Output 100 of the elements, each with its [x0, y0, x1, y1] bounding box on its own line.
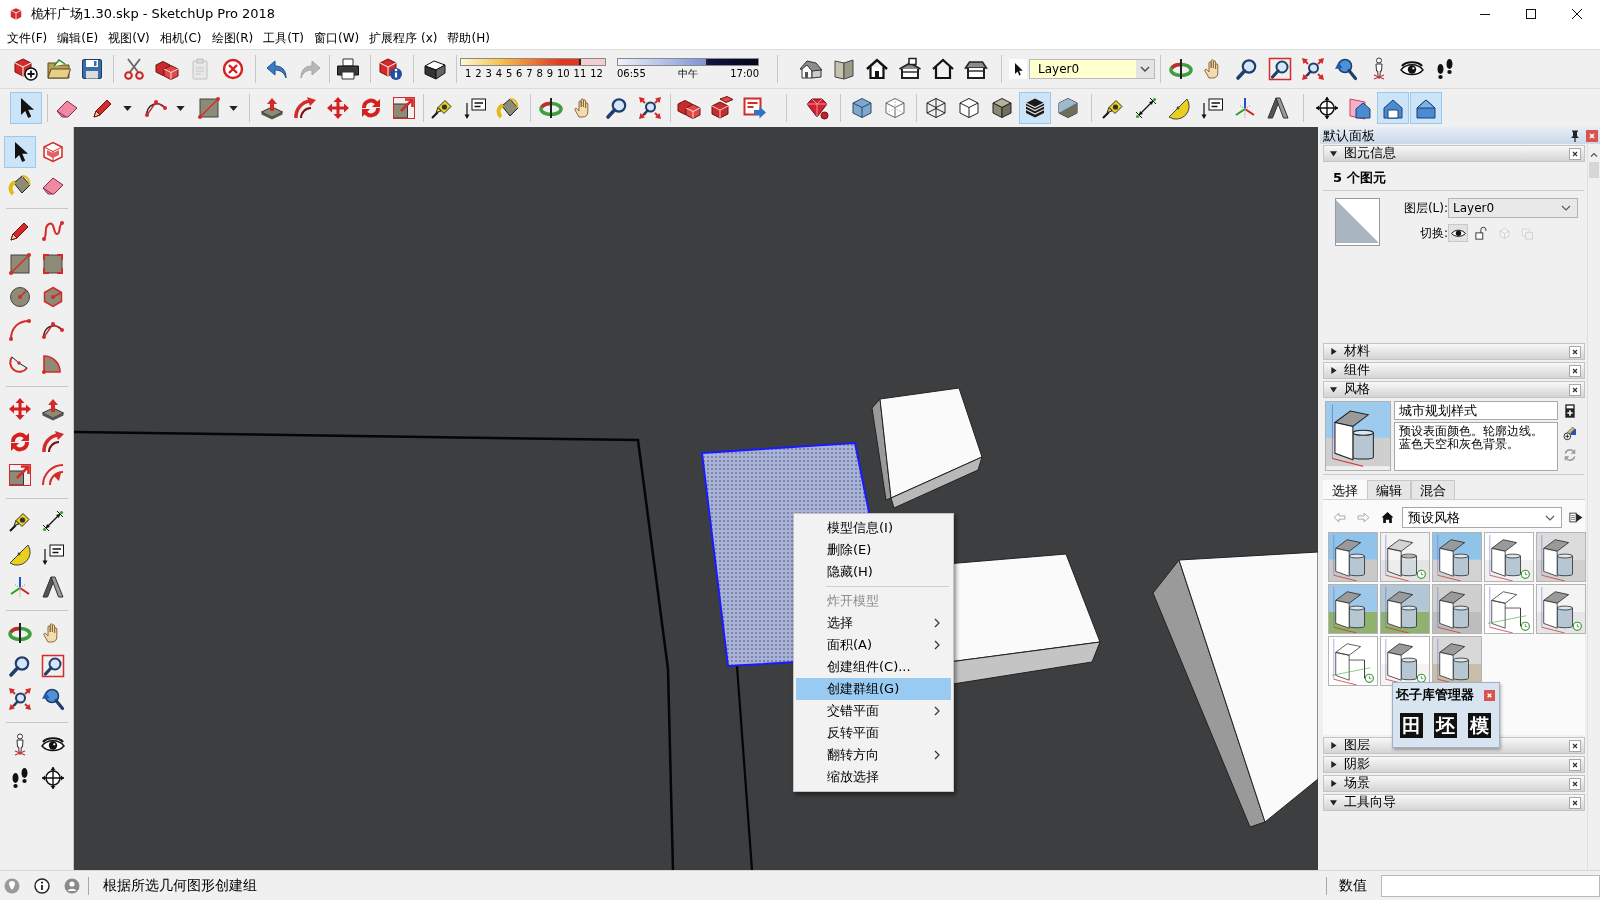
menu-item[interactable]: 绘图(R) — [206, 28, 259, 49]
solid-cube-icon — [990, 96, 1014, 120]
menu-item[interactable]: 反转平面 — [796, 722, 951, 744]
style-description-field[interactable]: 预设表面颜色。轮廓边线。蓝色天空和灰色背景。 — [1394, 422, 1558, 471]
tab[interactable]: 编辑 — [1367, 480, 1411, 499]
close-icon[interactable] — [1569, 758, 1581, 771]
axes-icon — [1233, 96, 1257, 120]
plugin-button[interactable]: 坯 — [1434, 713, 1457, 738]
plus-pencil-icon[interactable] — [1562, 425, 1578, 441]
close-icon[interactable] — [1569, 796, 1581, 809]
menu-item[interactable]: 选择 — [796, 612, 951, 634]
open-book-icon — [832, 57, 856, 81]
menu-item[interactable]: 翻转方向 — [796, 744, 951, 766]
location-pin-icon[interactable] — [4, 877, 20, 894]
textured-button[interactable] — [1019, 92, 1051, 124]
style-thumbnail[interactable] — [1380, 532, 1430, 582]
details-arrow-icon[interactable] — [1568, 510, 1583, 525]
close-icon[interactable] — [1569, 777, 1581, 790]
menu-item[interactable]: 扩展程序 (x) — [364, 28, 443, 49]
measurement-label: 数值 — [1339, 876, 1367, 895]
close-icon[interactable] — [1569, 147, 1581, 160]
dashed-cube-icon — [883, 96, 907, 120]
style-thumbnail[interactable] — [1328, 584, 1378, 634]
menu-item[interactable]: 交错平面 — [796, 700, 951, 722]
style-thumbnail[interactable] — [1432, 584, 1482, 634]
panel-section-header[interactable]: 场景 — [1323, 775, 1585, 792]
select-button[interactable] — [4, 136, 36, 168]
layer-dropdown[interactable]: Layer0 — [1029, 59, 1155, 79]
chevron-down-icon — [1545, 514, 1555, 521]
style-thumbnail[interactable] — [1484, 532, 1534, 582]
push-pull-icon — [260, 96, 284, 120]
magnifier-icon — [1235, 57, 1259, 81]
style-thumbnail[interactable] — [1380, 584, 1430, 634]
menu-item[interactable]: 文件(F) — [2, 28, 53, 49]
scroll-up-icon[interactable] — [1590, 152, 1598, 157]
style-thumbnail[interactable] — [1380, 636, 1430, 686]
panel-section-header[interactable]: 工具向导 — [1323, 794, 1585, 811]
layer-dropdown[interactable]: Layer0 — [1448, 198, 1578, 218]
dimension-icon — [1134, 96, 1158, 120]
menu-item[interactable]: 窗口(W) — [308, 28, 365, 49]
select-button[interactable] — [10, 92, 42, 124]
striped-cube-icon — [1023, 96, 1047, 120]
plugin-button[interactable]: 模 — [1468, 713, 1491, 738]
menu-item[interactable]: 相机(C) — [154, 28, 207, 49]
tab[interactable]: 混合 — [1411, 480, 1455, 499]
style-thumbnail[interactable] — [1432, 532, 1482, 582]
open-boxes-icon — [710, 96, 734, 120]
info-icon[interactable] — [34, 877, 50, 894]
section-fill-button[interactable] — [1410, 92, 1442, 124]
user-icon[interactable] — [64, 877, 80, 894]
close-icon[interactable] — [1569, 739, 1581, 752]
collection-dropdown[interactable]: 预设风格 — [1402, 507, 1562, 528]
zoom-window-icon — [1268, 57, 1292, 81]
style-thumbnail[interactable] — [1484, 584, 1534, 634]
close-icon[interactable] — [1569, 345, 1581, 358]
panel-section-header[interactable]: 组件 — [1323, 362, 1585, 379]
outline-cube-icon — [957, 96, 981, 120]
plugin-button[interactable]: 田 — [1400, 713, 1423, 738]
tab[interactable]: 选择 — [1323, 480, 1367, 499]
crosshair-circle-icon — [1315, 96, 1339, 120]
menu-item[interactable]: 视图(V) — [103, 28, 155, 49]
move-arrows-icon — [8, 397, 32, 421]
menu-item[interactable]: 删除(E) — [796, 539, 951, 561]
home-icon[interactable] — [1381, 511, 1394, 524]
badge-icon — [1416, 673, 1426, 683]
menu-item[interactable]: 编辑(E) — [52, 28, 104, 49]
panel-section-header[interactable]: 图元信息 — [1323, 145, 1585, 162]
month-slider[interactable] — [460, 58, 606, 66]
printer-icon — [336, 57, 360, 81]
style-thumbnail[interactable] — [1328, 636, 1378, 686]
style-thumbnail[interactable] — [1536, 532, 1586, 582]
panel-section-header[interactable]: 风格 — [1323, 381, 1585, 398]
panel-section-header[interactable]: 阴影 — [1323, 756, 1585, 773]
style-thumbnail[interactable] — [1536, 584, 1586, 634]
cube-outline-icon — [1496, 225, 1512, 241]
menu-item[interactable]: 帮助(H) — [442, 28, 495, 49]
scroll-thumb[interactable] — [1589, 162, 1599, 178]
cottage-icon — [799, 57, 823, 81]
menu-item[interactable]: 缩放选择 — [796, 766, 951, 788]
panel-section-header[interactable]: 材料 — [1323, 343, 1585, 360]
badge-icon — [1520, 569, 1530, 579]
menu-item[interactable]: 工具(T) — [258, 28, 309, 49]
measurement-field[interactable] — [1381, 874, 1600, 897]
card-plus-icon[interactable] — [1562, 403, 1578, 419]
style-name-field[interactable]: 城市规划样式 — [1394, 401, 1558, 420]
close-icon — [1572, 9, 1582, 19]
menu-item[interactable]: 创建群组(G) — [796, 678, 951, 700]
menu-item[interactable]: 隐藏(H) — [796, 561, 951, 583]
style-thumbnail[interactable] — [1328, 532, 1378, 582]
menu-item[interactable]: 面积(A) — [796, 634, 951, 656]
close-icon[interactable] — [1569, 364, 1581, 377]
menu-item[interactable]: 创建组件(C)... — [796, 656, 951, 678]
time-slider[interactable] — [617, 58, 759, 66]
pin-icon[interactable] — [1570, 129, 1580, 142]
visibility-toggle[interactable] — [1448, 224, 1468, 242]
close-icon[interactable] — [1569, 383, 1581, 396]
section-cuts-button[interactable] — [1377, 92, 1409, 124]
house-plane-icon — [1348, 96, 1372, 120]
orbit-icon — [8, 621, 32, 645]
menu-item[interactable]: 模型信息(I) — [796, 517, 951, 539]
